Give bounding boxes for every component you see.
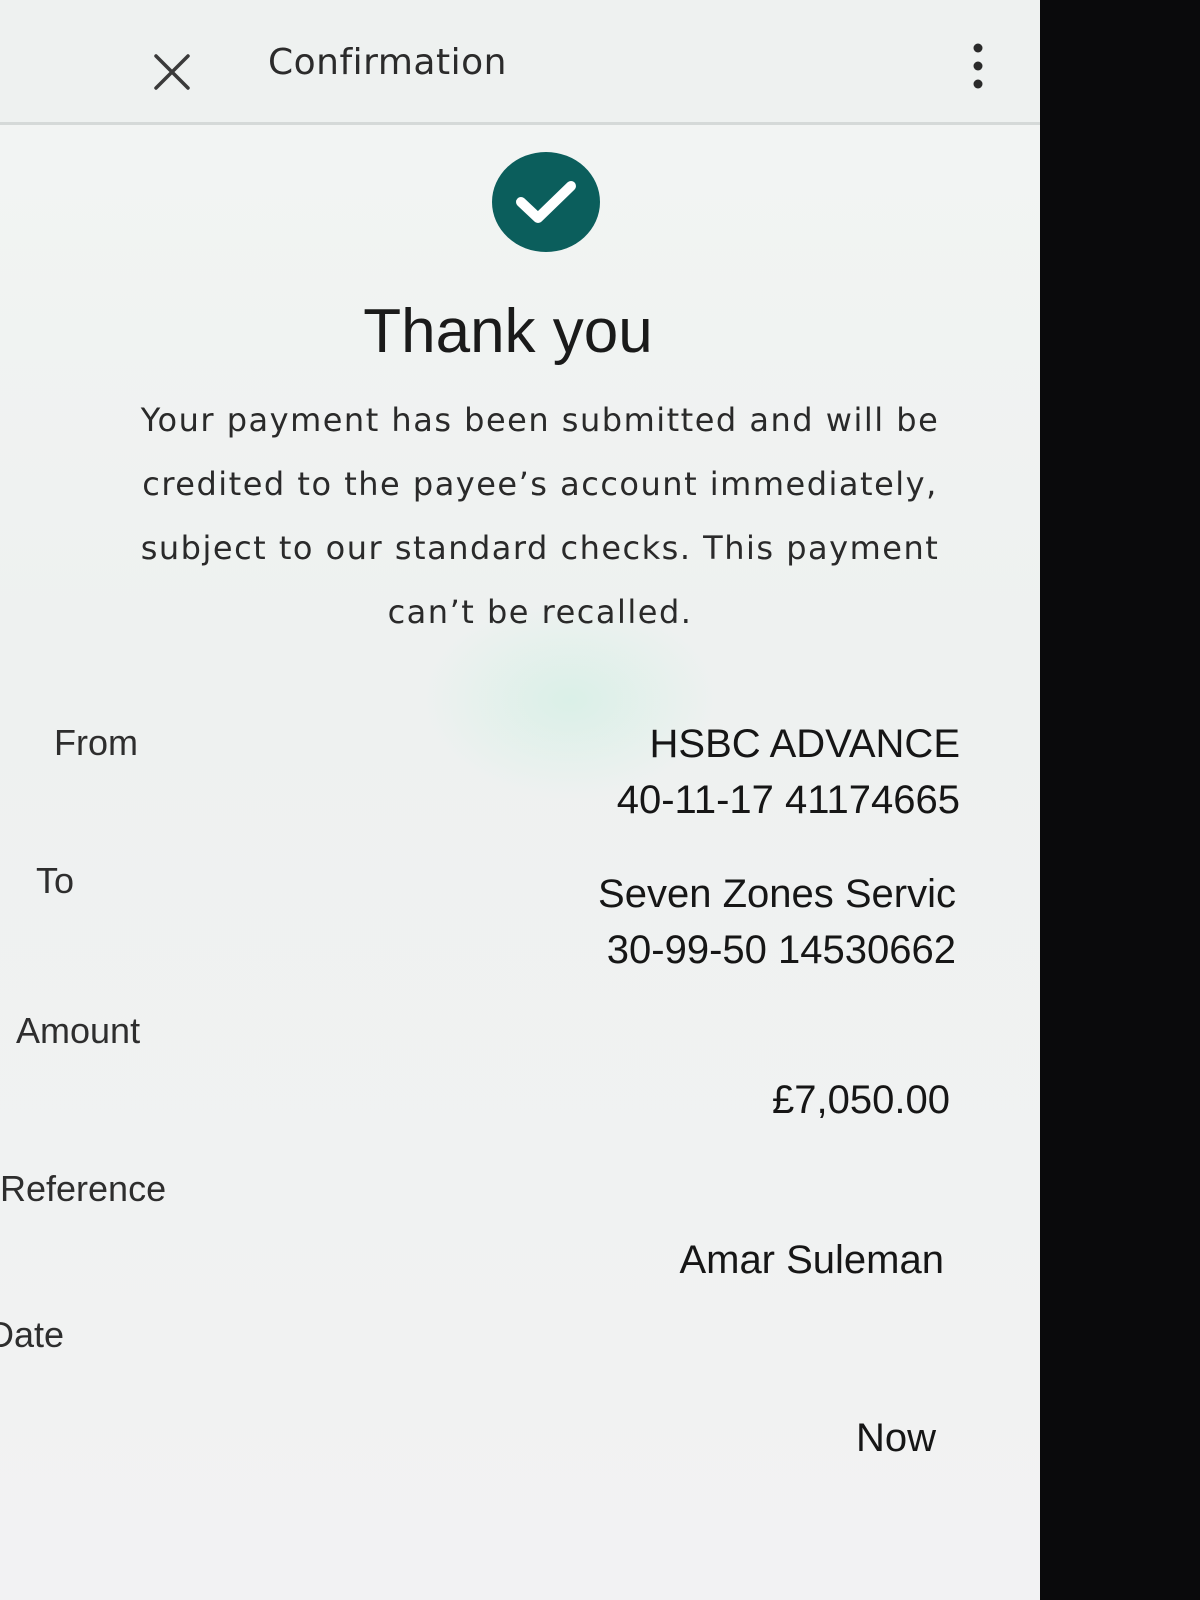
success-badge (491, 152, 601, 252)
reference-label: Reference (0, 1168, 167, 1209)
amount-value: £7,050.00 (772, 1078, 950, 1122)
page-title: Confirmation (268, 42, 507, 83)
to-label: To (36, 860, 75, 901)
date-label: Date (0, 1314, 65, 1355)
amount-label: Amount (16, 1010, 141, 1051)
app-bar: Confirmation (0, 0, 1040, 125)
from-account-number: 40-11-17 41174665 (616, 778, 960, 822)
thank-you-heading: Thank you (363, 297, 653, 366)
more-options-button[interactable] (964, 40, 992, 92)
to-payee-name: Seven Zones Servic (598, 872, 956, 916)
from-account-name: HSBC ADVANCE (649, 722, 960, 766)
close-button[interactable] (148, 48, 196, 96)
message-line: subject to our standard checks. This pay… (140, 529, 940, 567)
from-value: HSBC ADVANCE 40-11-17 41174665 (617, 716, 960, 828)
close-icon (154, 54, 190, 90)
more-vertical-icon (973, 43, 983, 89)
message-line: credited to the payee’s account immediat… (142, 465, 938, 503)
confirmation-message: Your payment has been submitted and will… (100, 388, 980, 644)
device-bezel (1040, 0, 1200, 1600)
confirmation-screen: Confirmation Thank you Your payment has … (0, 0, 1040, 1600)
date-value: Now (855, 1416, 936, 1460)
message-line: can’t be recalled. (387, 593, 693, 631)
check-circle-icon (492, 152, 600, 252)
to-value: Seven Zones Servic 30-99-50 14530662 (598, 866, 956, 978)
message-line: Your payment has been submitted and will… (140, 401, 940, 439)
reference-value: Amar Suleman (679, 1238, 944, 1282)
from-label: From (54, 722, 138, 763)
to-account-number: 30-99-50 14530662 (606, 928, 956, 972)
